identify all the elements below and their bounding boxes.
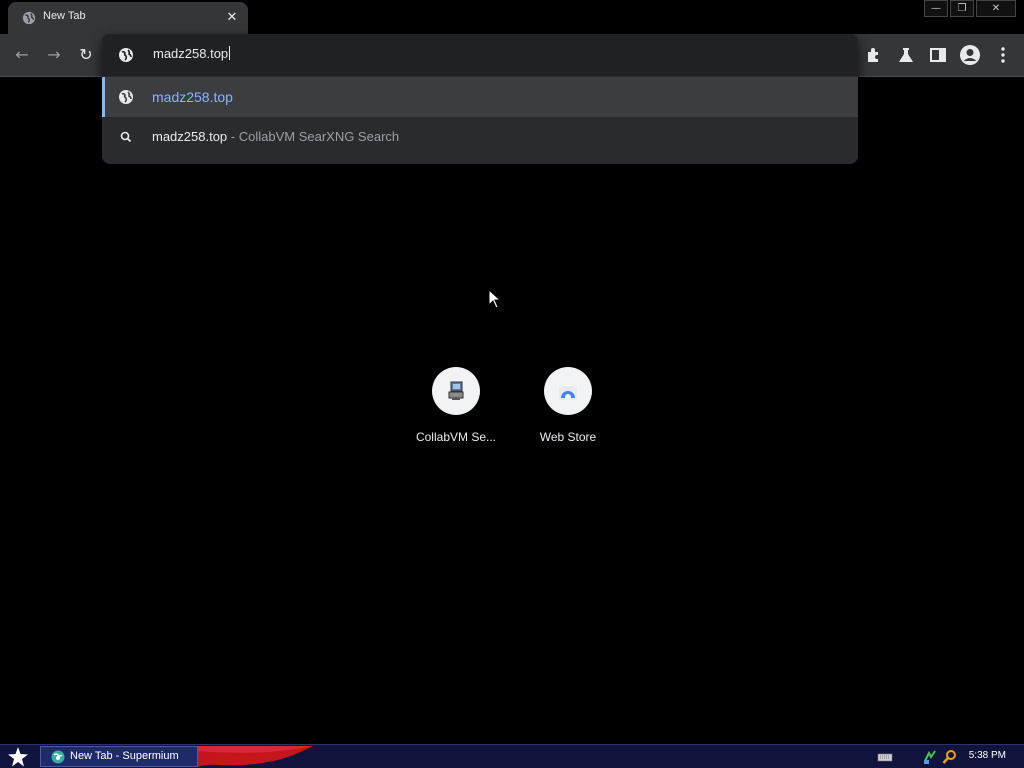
globe-icon	[22, 11, 36, 25]
taskbar-button-label: New Tab - Supermium	[70, 750, 179, 762]
menu-icon[interactable]	[992, 44, 1014, 66]
start-button[interactable]	[6, 746, 30, 768]
taskbar-flag-decoration	[198, 746, 313, 767]
forward-button[interactable]: →	[43, 44, 65, 66]
suggestion-query: madz258.top	[152, 129, 228, 144]
side-panel-icon[interactable]	[927, 44, 949, 66]
restore-button[interactable]: ❐	[950, 0, 974, 17]
suggestion-url-text: madz258.top	[152, 89, 233, 105]
shortcut-icon-container	[432, 367, 480, 415]
tab-strip: New Tab ✕ — ❐ ✕	[0, 0, 1024, 34]
tab-close-icon[interactable]: ✕	[224, 10, 240, 26]
mouse-cursor-icon	[488, 289, 502, 309]
shortcut-icon-container	[544, 367, 592, 415]
taskbar-clock: 5:38 PM	[968, 750, 1006, 761]
omnibox-input[interactable]: madz258.top	[102, 34, 858, 76]
collabvm-icon	[448, 381, 464, 400]
globe-icon	[119, 48, 133, 62]
profile-icon[interactable]	[959, 44, 981, 66]
taskbar-button-supermium[interactable]: New Tab - Supermium	[40, 746, 198, 767]
omnibox-popup: madz258.top madz258.top madz258.top - Co…	[102, 34, 858, 164]
suggestion-search-text: madz258.top - CollabVM SearXNG Search	[152, 129, 399, 144]
search-icon[interactable]	[942, 749, 958, 765]
close-button[interactable]: ✕	[976, 0, 1016, 17]
shortcut-label: CollabVM Se...	[415, 430, 497, 444]
extensions-icon[interactable]	[863, 44, 885, 66]
suggestion-description: - CollabVM SearXNG Search	[227, 129, 400, 144]
network-icon[interactable]	[922, 749, 938, 765]
browser-icon	[51, 750, 65, 764]
reload-button[interactable]: ↻	[75, 44, 97, 66]
globe-icon	[119, 90, 133, 104]
shortcut-web-store[interactable]: Web Store	[512, 367, 624, 451]
screen: New Tab ✕ — ❐ ✕ ← → ↻ madz258.top madz25…	[0, 0, 1024, 768]
minimize-button[interactable]: —	[924, 0, 948, 17]
tab-title: New Tab	[43, 10, 86, 22]
shortcut-label: Web Store	[539, 430, 597, 444]
shortcut-collabvm[interactable]: CollabVM Se...	[400, 367, 512, 451]
flask-icon[interactable]	[895, 44, 917, 66]
suggestion-url[interactable]: madz258.top	[102, 77, 858, 117]
omnibox-text[interactable]: madz258.top	[153, 46, 231, 61]
keyboard-icon[interactable]	[877, 749, 893, 765]
webstore-icon	[559, 386, 577, 400]
window-controls: — ❐ ✕	[924, 0, 1016, 18]
back-button[interactable]: ←	[11, 44, 33, 66]
tab-new-tab[interactable]: New Tab ✕	[8, 2, 248, 34]
taskbar: New Tab - Supermium 5:38 PM	[0, 744, 1024, 768]
search-icon	[120, 131, 132, 143]
suggestion-search[interactable]: madz258.top - CollabVM SearXNG Search	[102, 117, 858, 157]
